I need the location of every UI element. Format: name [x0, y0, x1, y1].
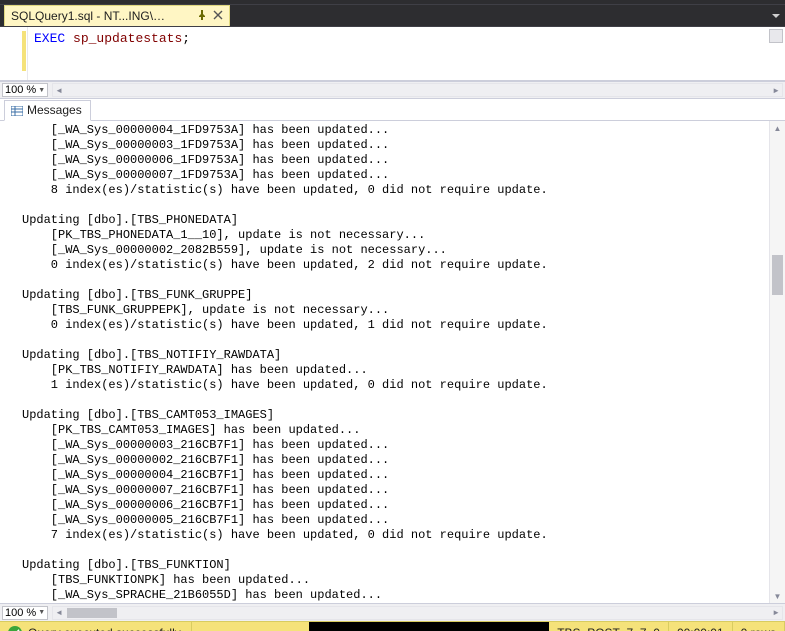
status-rows: 0 rows	[733, 622, 785, 631]
scroll-right-icon[interactable]: ►	[770, 86, 782, 95]
editor-zoom-bar: 100 % ▼ ◄ ►	[0, 81, 785, 99]
split-editor-icon[interactable]	[769, 29, 783, 43]
chevron-down-icon: ▼	[38, 609, 45, 616]
scroll-down-icon[interactable]: ▼	[774, 589, 782, 603]
zoom-combobox[interactable]: 100 % ▼	[2, 83, 48, 97]
results-tabstrip: Messages	[0, 99, 785, 121]
editor-horizontal-scrollbar[interactable]: ◄ ►	[52, 83, 783, 97]
messages-output[interactable]: [_WA_Sys_00000004_1FD9753A] has been upd…	[0, 121, 785, 603]
status-execution: Query executed successfully.	[0, 622, 192, 631]
scroll-left-icon[interactable]: ◄	[53, 86, 65, 95]
sql-editor-pane[interactable]: EXEC sp_updatestats;	[0, 27, 785, 81]
zoom-combobox-2[interactable]: 100 % ▼	[2, 606, 48, 620]
scroll-left-icon[interactable]: ◄	[53, 608, 65, 617]
zoom-value: 100 %	[5, 84, 36, 96]
messages-vertical-scrollbar[interactable]: ▲ ▼	[769, 121, 785, 603]
document-tab-active[interactable]: SQLQuery1.sql - NT...ING\	[4, 5, 230, 26]
tab-messages-label: Messages	[27, 103, 82, 117]
scroll-right-icon[interactable]: ►	[770, 608, 782, 617]
tab-label-prefix: SQLQuery1.sql - NT...ING\	[11, 9, 165, 23]
status-text: Query executed successfully.	[28, 626, 183, 631]
status-bar: Query executed successfully. TBS_POST_7_…	[0, 621, 785, 631]
messages-panel: [_WA_Sys_00000004_1FD9753A] has been upd…	[0, 121, 785, 603]
messages-icon	[11, 105, 23, 115]
document-tab-label: SQLQuery1.sql - NT...ING\	[11, 9, 191, 23]
tab-overflow-dropdown[interactable]	[767, 5, 785, 26]
scroll-thumb[interactable]	[772, 255, 783, 295]
proc-name: sp_updatestats	[73, 31, 182, 46]
pin-icon[interactable]	[197, 9, 207, 23]
success-icon	[8, 626, 22, 631]
redacted-connection	[309, 622, 549, 631]
messages-zoom-bar: 100 % ▼ ◄ ►	[0, 603, 785, 621]
status-elapsed: 00:00:01	[669, 622, 733, 631]
tab-messages[interactable]: Messages	[4, 100, 91, 121]
editor-gutter	[0, 27, 28, 80]
semicolon: ;	[182, 31, 190, 46]
scroll-thumb-h[interactable]	[67, 608, 117, 618]
messages-horizontal-scrollbar[interactable]: ◄ ►	[52, 606, 783, 620]
zoom-value-2: 100 %	[5, 607, 36, 619]
keyword-exec: EXEC	[34, 31, 65, 46]
document-tabstrip: SQLQuery1.sql - NT...ING\	[0, 5, 785, 27]
close-icon[interactable]	[213, 9, 223, 23]
sql-editor[interactable]: EXEC sp_updatestats;	[28, 27, 785, 80]
scroll-track[interactable]	[770, 135, 785, 589]
scroll-up-icon[interactable]: ▲	[774, 121, 782, 135]
status-database: TBS_POST_7_7_0	[549, 622, 669, 631]
change-marker	[22, 31, 26, 71]
chevron-down-icon: ▼	[38, 87, 45, 94]
